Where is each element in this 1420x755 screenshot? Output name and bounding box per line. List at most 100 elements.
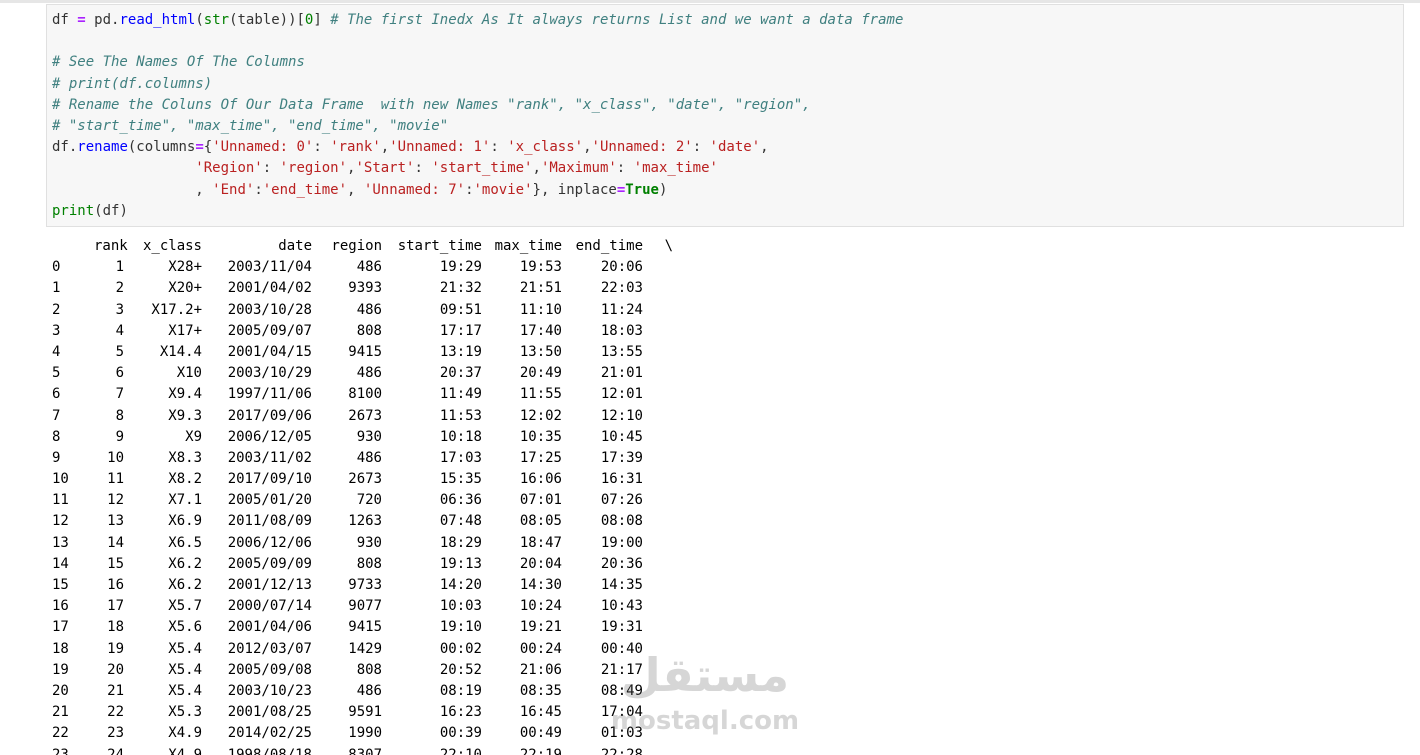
row-cell: 08:05 (519, 513, 562, 530)
code-token: rename (77, 139, 128, 156)
output-row: 2 3 X17.2+ 2003/10/28 486 09:51 11:10 11:24 (52, 300, 673, 321)
row-cell: 2001/08/25 (227, 704, 312, 721)
code-token: , (52, 181, 213, 198)
row-cell: X17+ (168, 322, 202, 339)
code-token: (table))[ (229, 12, 305, 28)
code-line: df = pd.read_html(str(table))[0] # The f… (52, 12, 903, 28)
output-row: 3 4 X17+ 2005/09/07 808 17:17 17:40 18:03 (52, 321, 673, 342)
row-cell: 18:47 (519, 534, 562, 551)
row-cell: 14:20 (439, 577, 482, 593)
row-index: 18 (52, 640, 69, 657)
row-cell: 13:55 (600, 343, 643, 360)
row-cell: 20 (107, 661, 124, 678)
code-token: ( (195, 12, 204, 28)
code-line: # See The Names Of The Columns (52, 54, 305, 70)
code-token: 'end_time' (262, 181, 348, 198)
code-token: 'Maximum' (540, 160, 617, 177)
row-cell: 2003/10/23 (227, 682, 312, 699)
code-token: 'start_time' (431, 160, 533, 177)
row-cell: 486 (356, 259, 382, 276)
row-cell: 19:13 (439, 555, 482, 572)
row-cell: 20:49 (519, 365, 562, 382)
code-token: , (583, 139, 592, 156)
row-cell: 09:51 (439, 301, 482, 318)
row-cell: 4 (115, 322, 124, 339)
code-token: , (347, 181, 364, 198)
output-row: 22 23 X4.9 2014/02/25 1990 00:39 00:49 01:03 (52, 723, 673, 744)
column-header: date (278, 238, 312, 254)
row-index: 23 (52, 746, 69, 755)
row-cell: 19:29 (439, 259, 482, 276)
row-cell: 16:23 (439, 704, 482, 721)
row-cell: 17:17 (439, 322, 482, 339)
row-cell: 10:35 (519, 428, 562, 445)
mostaql-watermark: مستقل mostaql.com (605, 648, 805, 748)
row-index: 20 (52, 682, 69, 699)
code-token: 'movie' (473, 181, 533, 198)
row-cell: 14:35 (600, 577, 643, 593)
code-cell-input[interactable]: df = pd.read_html(str(table))[0] # The f… (46, 4, 1404, 227)
cell-output: rank x_class date region start_time max_time e… (52, 236, 673, 755)
row-cell: 2014/02/25 (227, 725, 312, 742)
row-cell: 17:25 (519, 449, 562, 466)
row-index: 9 (52, 449, 61, 466)
row-cell: 2005/01/20 (227, 492, 312, 509)
row-cell: X14.4 (159, 343, 202, 360)
row-cell: 2005/09/09 (227, 555, 312, 572)
row-cell: 22:10 (439, 746, 482, 755)
row-cell: 13:19 (439, 343, 482, 360)
row-cell: 9077 (348, 598, 382, 615)
code-token: # Rename the Coluns Of Our Data Frame wi… (52, 96, 811, 113)
code-line: print(df) (52, 203, 128, 219)
row-cell: 9393 (348, 280, 382, 297)
row-cell: 17:03 (439, 449, 482, 466)
output-row: 10 11 X8.2 2017/09/10 2673 15:35 16:06 16:31 (52, 469, 673, 490)
row-cell: 21:32 (439, 280, 482, 297)
row-cell: 1997/11/06 (227, 386, 312, 403)
row-cell: 19:31 (600, 619, 643, 636)
row-cell: 9 (115, 428, 124, 445)
row-cell: 2017/09/10 (227, 471, 312, 488)
code-token: { (203, 139, 213, 156)
code-token: 'Unnamed: 2' (591, 139, 693, 156)
row-cell: 9415 (348, 619, 382, 636)
row-cell: X10 (176, 365, 202, 382)
row-cell: 07:26 (600, 492, 643, 509)
row-cell: 12 (107, 492, 124, 509)
row-cell: 17 (107, 598, 124, 615)
row-cell: 19:21 (519, 619, 562, 636)
row-cell: 9591 (348, 704, 382, 721)
row-cell: 10:45 (600, 428, 643, 445)
row-cell: 10:43 (600, 598, 643, 615)
row-cell: 8 (115, 407, 124, 424)
row-cell: 3 (115, 301, 124, 318)
row-cell: 07:48 (439, 513, 482, 530)
row-index: 10 (52, 471, 69, 488)
row-cell: 1 (115, 259, 124, 276)
code-token: 'Region' (195, 160, 263, 177)
row-cell: 07:01 (519, 492, 562, 509)
row-cell: 16:45 (519, 704, 562, 721)
row-cell: 11:53 (439, 407, 482, 424)
row-cell: 486 (356, 365, 382, 382)
code-line: , 'End':'end_time', 'Unnamed: 7':'movie'… (52, 182, 667, 198)
code-token: 'End' (212, 181, 255, 198)
row-cell: 1263 (348, 513, 382, 530)
row-cell: X5.4 (168, 661, 202, 678)
row-cell: 20:06 (600, 259, 643, 276)
row-cell: 2673 (348, 471, 382, 488)
code-token: 'rank' (330, 139, 381, 156)
row-cell: X20+ (168, 280, 202, 297)
code-editor[interactable]: df = pd.read_html(str(table))[0] # The f… (52, 10, 903, 222)
row-cell: 13:50 (519, 343, 562, 360)
code-token: df (52, 12, 78, 28)
column-header: start_time (397, 238, 482, 254)
output-row: 6 7 X9.4 1997/11/06 8100 11:49 11:55 12:01 (52, 384, 673, 405)
row-cell: 2006/12/06 (227, 534, 312, 551)
code-token: = (77, 12, 86, 28)
row-cell: X5.6 (168, 619, 202, 636)
row-cell: 14:30 (519, 577, 562, 593)
output-row: 8 9 X9 2006/12/05 930 10:18 10:35 10:45 (52, 427, 673, 448)
row-cell: 2003/10/28 (227, 301, 312, 318)
row-cell: 22 (107, 704, 124, 721)
